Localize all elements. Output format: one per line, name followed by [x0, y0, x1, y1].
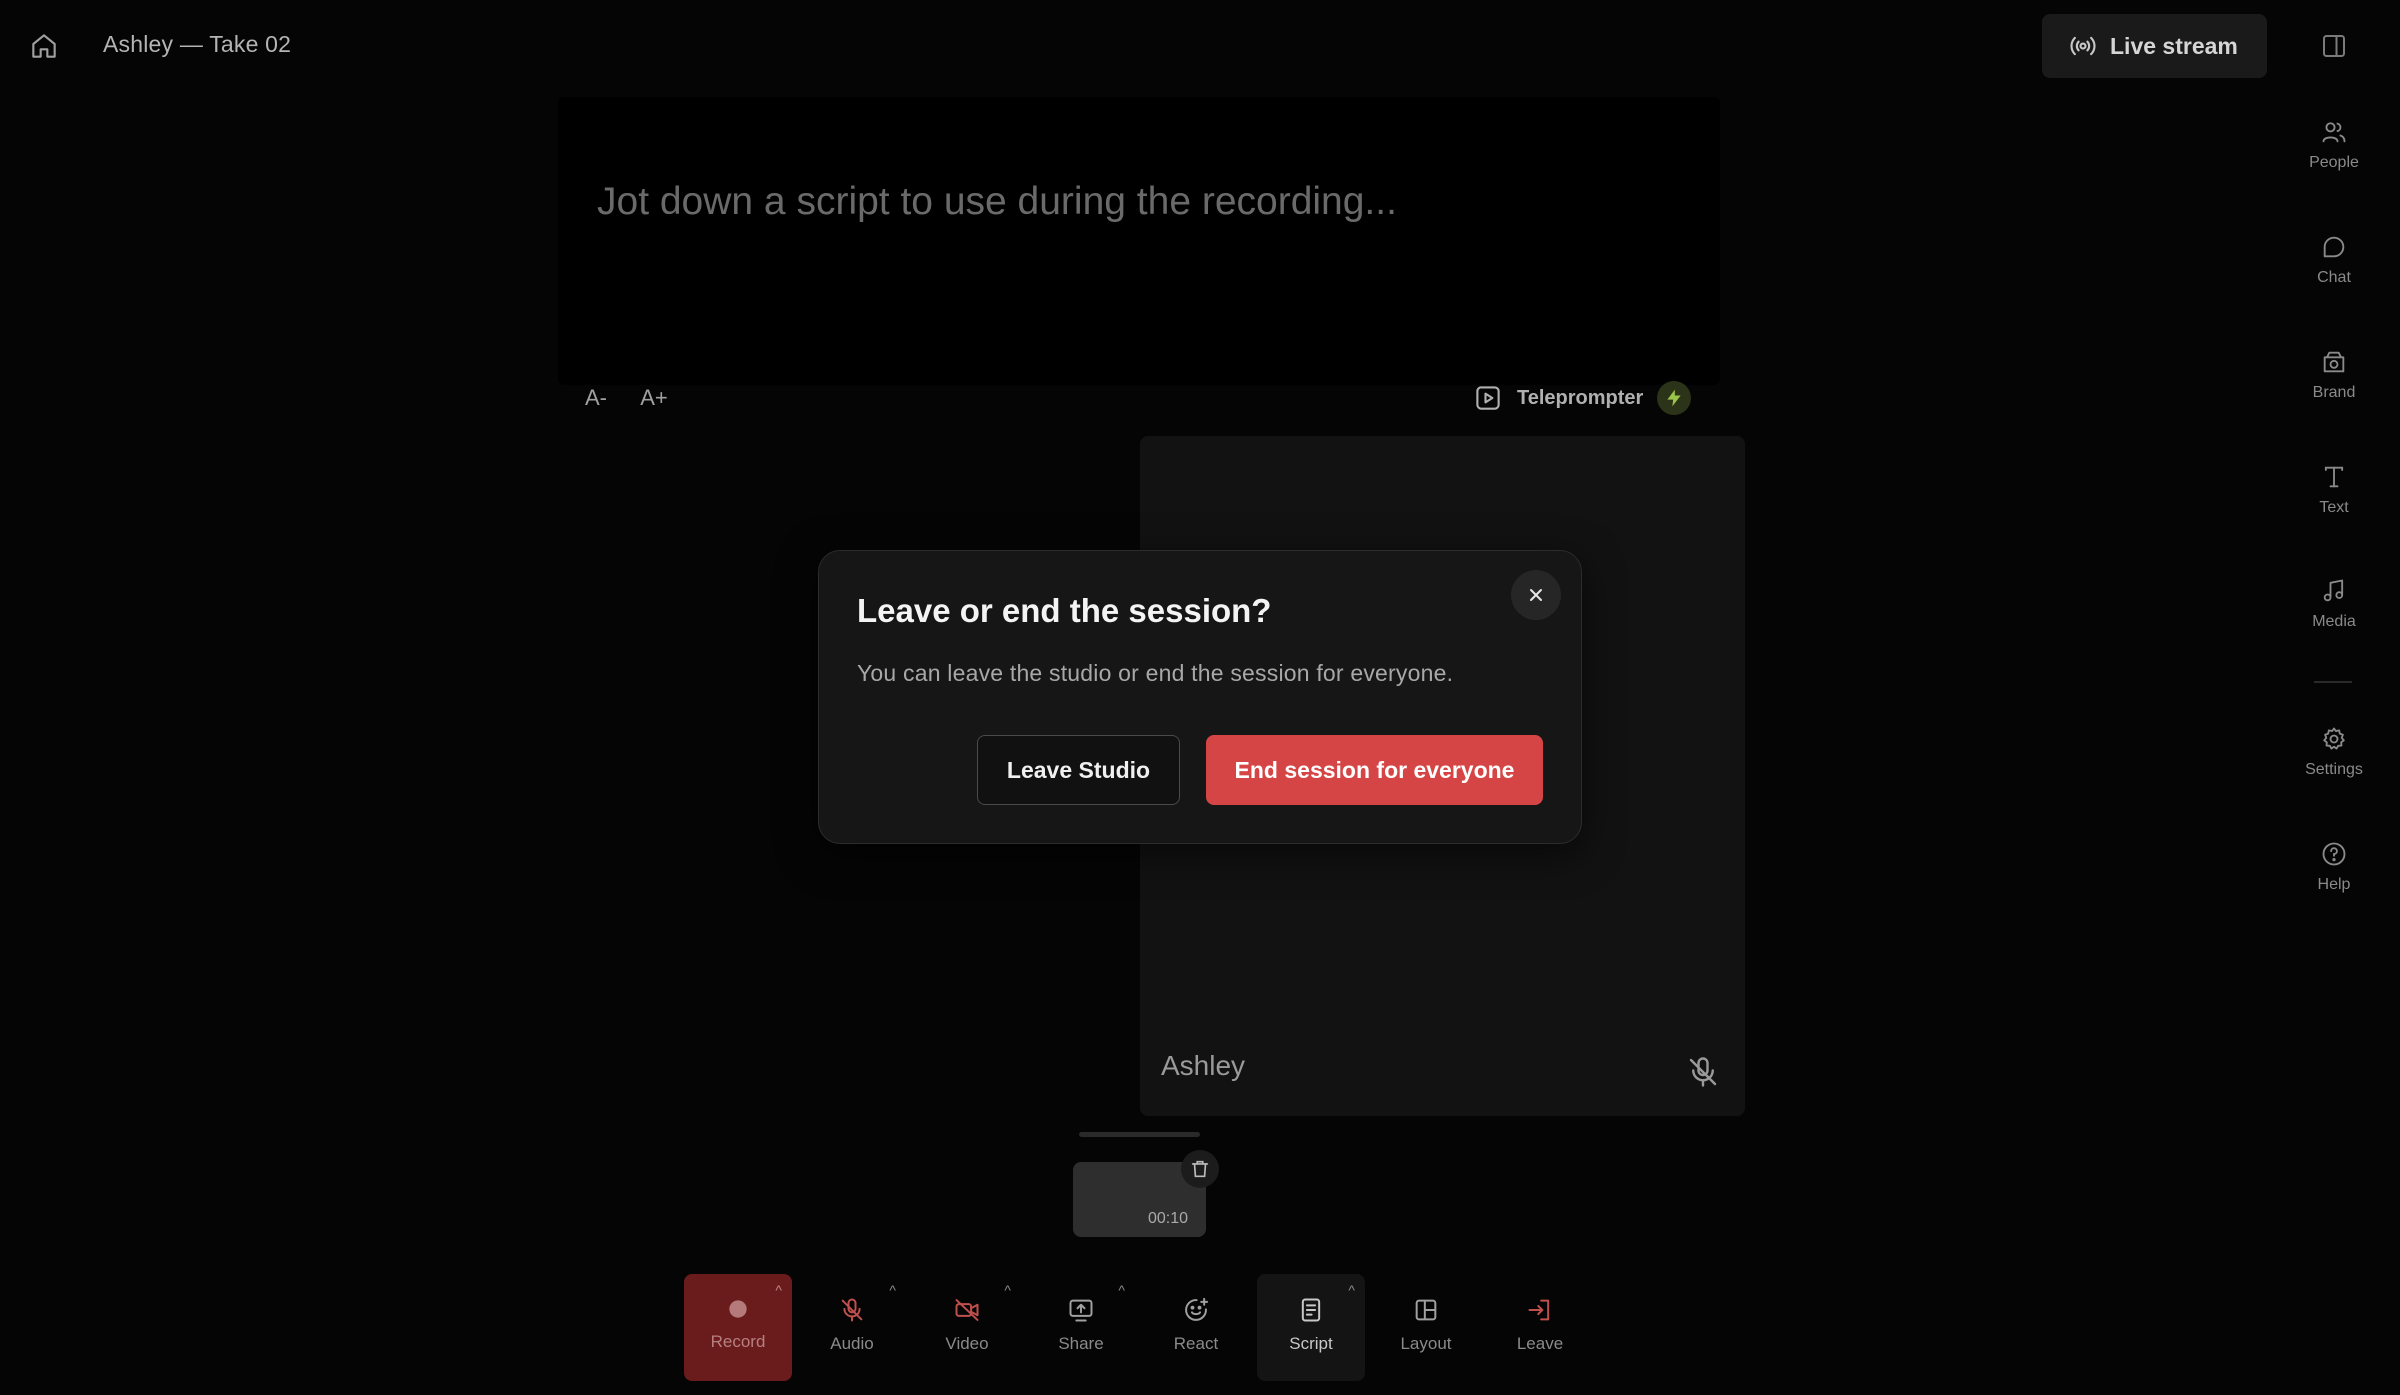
page-title: Ashley — Take 02 [103, 31, 292, 57]
home-button[interactable] [24, 26, 64, 66]
caret-up-icon[interactable]: ^ [775, 1282, 782, 1298]
dialog-title: Leave or end the session? [857, 592, 1272, 629]
sidebar-panel-icon [2323, 35, 2345, 57]
font-decrease-button[interactable]: A- [576, 382, 616, 414]
screen-share-icon [1069, 1299, 1093, 1322]
sidebar-item-help[interactable]: Help [2292, 840, 2376, 894]
emoji-add-icon [1185, 1297, 1209, 1321]
sidebar-item-media[interactable]: Media [2292, 577, 2376, 631]
chat-icon [2323, 236, 2345, 258]
sidebar-item-label: Chat [2317, 269, 2351, 286]
play-square-icon [1476, 386, 1500, 410]
sidebar-divider [2314, 681, 2352, 683]
bolt-icon [1667, 389, 1681, 407]
caret-up-icon[interactable]: ^ [1348, 1282, 1355, 1298]
panel-toggle-button[interactable] [2316, 28, 2352, 64]
trash-icon [1191, 1160, 1209, 1178]
layout-button[interactable]: Layout [1372, 1274, 1480, 1381]
sidebar-item-label: Help [2317, 876, 2351, 893]
close-button[interactable] [1511, 570, 1561, 620]
teleprompter-button[interactable]: Teleprompter [1473, 380, 1692, 416]
live-stream-label: Live stream [2110, 32, 2238, 59]
delete-clip-button[interactable] [1181, 1150, 1219, 1188]
leave-icon [1528, 1299, 1550, 1321]
live-stream-button[interactable]: Live stream [2042, 14, 2267, 78]
layout-icon [1415, 1299, 1437, 1321]
text-icon [2324, 466, 2344, 488]
leave-button[interactable]: Leave [1486, 1274, 1594, 1381]
camera-off-icon [955, 1299, 979, 1321]
toolbar-label: Script [1289, 1334, 1333, 1353]
dialog-description: You can leave the studio or end the sess… [857, 660, 1454, 686]
sidebar-item-brand[interactable]: Brand [2292, 348, 2376, 402]
script-button[interactable]: ^ Script [1257, 1274, 1365, 1381]
sidebar-item-label: Settings [2305, 761, 2363, 778]
toolbar-label: Leave [1516, 1334, 1564, 1353]
share-button[interactable]: ^ Share [1027, 1274, 1135, 1381]
react-button[interactable]: React [1142, 1274, 1250, 1381]
record-icon [729, 1300, 747, 1318]
sidebar-item-chat[interactable]: Chat [2292, 233, 2376, 287]
font-increase-button[interactable]: A+ [634, 382, 674, 414]
record-button[interactable]: ^ Record [684, 1274, 792, 1381]
gear-icon [2323, 727, 2345, 750]
caret-up-icon[interactable]: ^ [1004, 1282, 1011, 1298]
mic-off-icon [841, 1298, 863, 1322]
toolbar-label: React [1173, 1334, 1219, 1353]
help-icon [2322, 842, 2346, 866]
sidebar-item-label: Media [2312, 613, 2356, 630]
caret-up-icon[interactable]: ^ [889, 1282, 896, 1298]
participant-name: Ashley [1161, 1050, 1246, 1081]
bolt-badge [1657, 381, 1692, 415]
end-session-button[interactable]: End session for everyone [1206, 735, 1543, 805]
sidebar-item-label: People [2309, 154, 2359, 171]
sidebar-item-label: Brand [2312, 384, 2356, 401]
sidebar-item-text[interactable]: Text [2292, 463, 2376, 517]
leave-studio-button[interactable]: Leave Studio [977, 735, 1180, 805]
toolbar-label: Video [945, 1334, 989, 1353]
toolbar-label: Layout [1400, 1334, 1452, 1353]
script-icon [1301, 1298, 1321, 1322]
sidebar-item-settings[interactable]: Settings [2292, 725, 2376, 779]
teleprompter-label: Teleprompter [1517, 386, 1644, 409]
clip-duration: 00:10 [1148, 1210, 1189, 1227]
toolbar-label: Audio [830, 1334, 874, 1353]
video-button[interactable]: ^ Video [913, 1274, 1021, 1381]
sidebar-item-label: Text [2319, 499, 2349, 516]
clip-scrubber[interactable] [1079, 1132, 1200, 1137]
music-note-icon [2323, 579, 2344, 602]
toolbar-label: Share [1058, 1334, 1104, 1353]
people-icon [2322, 122, 2346, 143]
close-icon [1530, 589, 1542, 601]
toolbar-label: Record [710, 1332, 766, 1351]
caret-up-icon[interactable]: ^ [1118, 1282, 1125, 1298]
mic-off-icon [1685, 1054, 1721, 1090]
audio-button[interactable]: ^ Audio [798, 1274, 906, 1381]
sidebar-item-people[interactable]: People [2292, 118, 2376, 172]
brand-icon [2323, 351, 2345, 373]
home-icon [32, 34, 56, 58]
script-placeholder: Jot down a script to use during the reco… [597, 180, 1397, 223]
script-editor[interactable] [558, 97, 1720, 385]
broadcast-icon [2070, 36, 2096, 56]
